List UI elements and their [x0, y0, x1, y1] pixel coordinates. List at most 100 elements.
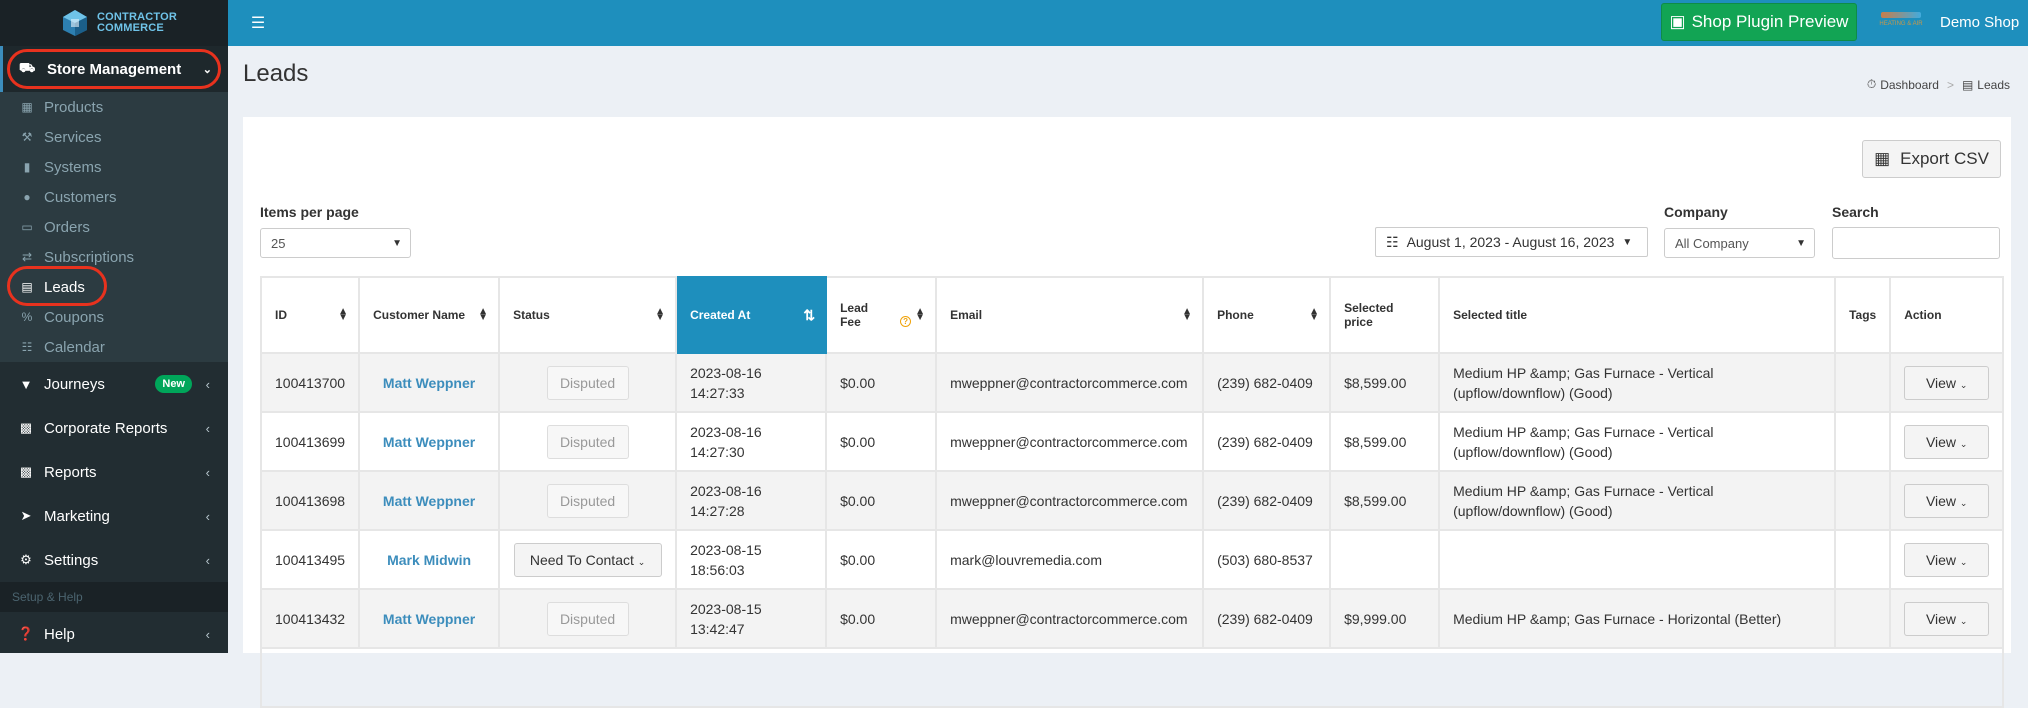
table-row-partial: [259, 647, 2005, 708]
cell-lead-fee: $0.00: [825, 588, 938, 649]
sidebar-item-services[interactable]: ⚒ Services: [0, 122, 228, 152]
column-header-selected-price: Selected price: [1329, 276, 1441, 354]
funnel-icon: ▼: [19, 376, 33, 392]
sidebar-item-label: Marketing: [44, 507, 110, 525]
dashboard-icon: ⏱: [1866, 77, 1877, 91]
sidebar-item-label: Customers: [44, 188, 117, 206]
header-label: Customer Name: [373, 308, 466, 322]
view-dropdown-button[interactable]: View ⌄: [1904, 483, 1990, 518]
view-dropdown-button[interactable]: View ⌄: [1904, 365, 1990, 400]
view-dropdown-button[interactable]: View ⌄: [1904, 542, 1990, 577]
repeat-icon: ⇄: [21, 250, 33, 264]
sidebar-item-label: Journeys: [44, 375, 105, 393]
cell-id: 100413700: [259, 352, 361, 413]
sort-icon: ▲ ▼: [655, 306, 666, 323]
chevron-left-icon: ‹: [205, 376, 210, 392]
header-label: Selected price: [1344, 301, 1394, 329]
sidebar-item-customers[interactable]: ● Customers: [0, 182, 228, 212]
cell-email: mweppner@contractorcommerce.com: [935, 352, 1205, 413]
partial-row-cell: [259, 647, 2005, 708]
export-csv-button[interactable]: ▦ Export CSV: [1862, 140, 2001, 178]
sidebar-item-label: Subscriptions: [44, 248, 135, 266]
items-per-page-label: Items per page: [260, 204, 359, 220]
cell-lead-fee: $0.00: [825, 470, 938, 531]
sidebar-item-label: Reports: [44, 463, 97, 481]
column-header-id[interactable]: ID ▲ ▼: [259, 276, 361, 354]
cube-logo-icon: [61, 9, 89, 37]
company-value: All Company: [1675, 235, 1749, 251]
chevron-down-icon: ⌄: [637, 556, 646, 567]
systems-icon: ▮: [23, 160, 31, 174]
sort-amount-down-icon: ⇅: [803, 307, 816, 323]
question-circle-icon[interactable]: ?: [900, 316, 912, 327]
chevron-left-icon: ‹: [205, 626, 210, 642]
sidebar-item-systems[interactable]: ▮ Systems: [0, 152, 228, 182]
chevron-left-icon: ‹: [205, 420, 210, 436]
chevron-left-icon: ‹: [205, 552, 210, 568]
breadcrumb-dashboard-link[interactable]: Dashboard: [1880, 78, 1939, 92]
items-per-page-select[interactable]: 25 ▼: [260, 228, 411, 258]
cell-id: 100413432: [259, 588, 361, 649]
sidebar-item-products[interactable]: ▦ Products: [0, 92, 228, 122]
table-header-row: ID ▲ ▼ Customer Name ▲ ▼ Status ▲ ▼ Created At…: [259, 276, 2005, 354]
header-label: Action: [1904, 308, 1942, 322]
view-dropdown-button[interactable]: View ⌄: [1904, 424, 1990, 459]
sidebar-item-calendar[interactable]: ☷ Calendar: [0, 332, 228, 362]
cell-lead-fee: $0.00: [825, 411, 938, 472]
column-header-customer-name[interactable]: Customer Name ▲ ▼: [358, 276, 501, 354]
column-header-created-at[interactable]: Created At ⇅: [675, 276, 828, 354]
brand-logo[interactable]: CONTRACTOR COMMERCE: [0, 0, 228, 46]
breadcrumb-current: Leads: [1977, 77, 2010, 92]
date-range-picker[interactable]: ☷ August 1, 2023 - August 16, 2023 ▼: [1375, 227, 1648, 257]
inbox-icon: ▭: [21, 220, 33, 234]
cell-id: 100413698: [259, 470, 361, 531]
cell-selected-title: Medium HP &amp; Gas Furnace - Horizontal…: [1438, 588, 1837, 649]
customer-name-link[interactable]: Matt Weppner: [358, 588, 501, 649]
cell-email: mweppner@contractorcommerce.com: [935, 588, 1205, 649]
cell-lead-fee: $0.00: [825, 352, 938, 413]
cell-created-at: 2023-08-16 14:27:30: [675, 411, 828, 472]
logo-text-line2: COMMERCE: [96, 22, 164, 34]
customer-name-link[interactable]: Matt Weppner: [358, 411, 501, 472]
customer-name-link[interactable]: Mark Midwin: [358, 529, 501, 590]
shop-plugin-preview-button[interactable]: ▣ Shop Plugin Preview: [1661, 3, 1857, 41]
sidebar-item-marketing[interactable]: ➤ Marketing ‹: [0, 494, 228, 538]
column-header-tags: Tags: [1834, 276, 1892, 354]
cell-selected-title: Medium HP &amp; Gas Furnace - Vertical (…: [1438, 352, 1837, 413]
search-input[interactable]: [1832, 227, 2000, 259]
sidebar-item-journeys[interactable]: ▼ Journeys New ‹: [0, 362, 228, 406]
view-dropdown-button[interactable]: View ⌄: [1904, 601, 1990, 636]
customer-name-link[interactable]: Matt Weppner: [358, 352, 501, 413]
sidebar-item-orders[interactable]: ▭ Orders: [0, 212, 228, 242]
gear-icon: ⚙: [20, 552, 32, 567]
brand-bar-graphic: [1881, 12, 1921, 18]
sidebar-item-help[interactable]: ❓ Help ‹: [0, 612, 228, 656]
calendar-icon: ☷: [21, 340, 33, 354]
sidebar-item-reports[interactable]: ▩ Reports ‹: [0, 450, 228, 494]
sidebar-item-label: Orders: [44, 218, 90, 236]
shop-name[interactable]: Demo Shop: [1940, 14, 2019, 31]
column-header-phone[interactable]: Phone ▲ ▼: [1202, 276, 1332, 354]
column-header-selected-title: Selected title: [1438, 276, 1837, 354]
column-header-status[interactable]: Status ▲ ▼: [498, 276, 678, 354]
company-select[interactable]: All Company ▼: [1664, 228, 1815, 258]
column-header-lead-fee[interactable]: Lead Fee? ▲ ▼: [825, 276, 938, 354]
cell-tags: [1834, 588, 1892, 649]
cell-tags: [1834, 470, 1892, 531]
customer-name-link[interactable]: Matt Weppner: [358, 470, 501, 531]
bar-chart-icon: ▩: [19, 420, 33, 435]
created-time: 14:27:33: [690, 384, 745, 401]
sidebar-item-corporate-reports[interactable]: ▩ Corporate Reports ‹: [0, 406, 228, 450]
sidebar-item-coupons[interactable]: % Coupons: [0, 302, 228, 332]
cell-status: Disputed: [498, 588, 678, 649]
view-label: View: [1925, 551, 1957, 568]
cell-selected-title: Medium HP &amp; Gas Furnace - Vertical (…: [1438, 411, 1837, 472]
hamburger-menu-icon[interactable]: ☰: [238, 0, 278, 46]
sidebar-item-settings[interactable]: ⚙ Settings ‹: [0, 538, 228, 582]
file-excel-icon: ▦: [1874, 149, 1891, 168]
created-time: 14:27:28: [690, 502, 745, 519]
column-header-email[interactable]: Email ▲ ▼: [935, 276, 1205, 354]
status-dropdown-button[interactable]: Need To Contact ⌄: [513, 542, 662, 577]
sidebar-item-label: Products: [44, 98, 104, 116]
chevron-left-icon: ‹: [205, 508, 210, 524]
